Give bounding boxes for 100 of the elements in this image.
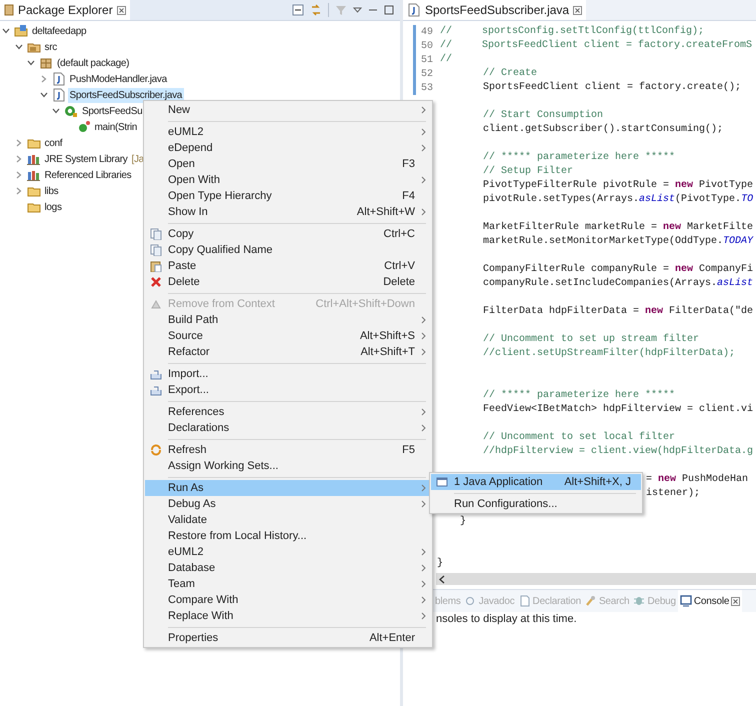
menu-item[interactable]: Copy Qualified Name [145,242,431,258]
chevron-down-icon[interactable] [40,92,48,98]
code-line: // Uncomment to set up stream filter [483,334,700,345]
tree-item[interactable]: src [42,40,59,54]
tree-item[interactable]: Referenced Libraries [42,168,134,182]
menu-item[interactable]: New [145,102,431,118]
java-file-icon [407,3,421,17]
code-line: client.getSubscriber().startConsuming(); [483,124,724,135]
code-line: // Uncomment to set local filter [483,432,676,443]
chevron-right-icon[interactable] [16,187,22,195]
menu-item[interactable]: eDepend [145,140,431,156]
code-line: // SportsFeedClient client = factory.createFromS [440,40,752,51]
menu-item[interactable]: Copy Ctrl+C [145,226,431,242]
code-line: istener); [646,488,700,499]
code-line: //client.setUpStreamFilter(hdpFilterData); [483,348,736,359]
menu-item[interactable]: Show In Alt+Shift+W [145,204,431,220]
close-icon[interactable] [116,6,126,14]
menu-item[interactable]: Team [145,576,431,592]
chevron-right-icon[interactable] [16,139,22,147]
tree-item[interactable]: (default package) [55,56,132,70]
package-icon [39,56,53,70]
tree-item[interactable]: SportsFeedSu [80,104,144,118]
library-icon [26,168,40,182]
copy-icon [150,244,162,256]
menu-item[interactable]: Build Path [145,312,431,328]
code-line: // ***** parameterize here ***** [483,152,676,163]
chevron-right-icon[interactable] [40,75,46,83]
refresh-icon [150,444,162,456]
circle-icon [464,595,477,607]
chevron-right-icon[interactable] [16,155,22,163]
menu-item[interactable]: Validate [145,512,431,528]
tray-icon [150,368,162,380]
menu-item[interactable]: Open F3 [145,156,431,172]
code-line: // sportsConfig.setTtlConfig(ttlConfig); [440,26,704,37]
menu-item[interactable]: Source Alt+Shift+S [145,328,431,344]
menu-item[interactable]: Refactor Alt+Shift+T [145,344,431,360]
menu-item[interactable]: Refresh F5 [145,442,431,458]
line-number: 49 [420,26,433,40]
menu-item[interactable]: Replace With [145,608,431,624]
chevron-left-icon[interactable] [439,574,445,584]
code-line: PivotTypeFilterRule pivotRule = new PivotType [483,180,754,191]
chevron-down-icon[interactable] [2,28,10,34]
tree-item[interactable]: conf [42,136,64,150]
chevron-down-icon[interactable] [14,44,22,50]
menu-item[interactable]: Compare With [145,592,431,608]
menu-item[interactable]: Open With [145,172,431,188]
view-menu-icon[interactable] [353,7,362,13]
chevron-right-icon[interactable] [16,171,22,179]
chevron-right-icon [420,106,426,114]
code-line: = new PushModeHan [646,474,748,485]
chevron-down-icon[interactable] [27,60,35,66]
editor-tab[interactable]: SportsFeedSubscriber.java [403,0,586,20]
panel-tab[interactable]: Console [678,590,742,612]
menu-item[interactable]: References [145,404,431,420]
code-line: // Create [483,68,538,79]
java-file-icon [52,72,66,86]
tree-item[interactable]: libs [42,184,60,198]
chevron-right-icon [420,176,426,184]
code-line: // ***** parameterize here ***** [483,390,676,401]
tree-item[interactable]: PushModeHandler.java [68,72,169,86]
menu-item[interactable]: Import... [145,366,431,382]
console-message: nsoles to display at this time. [436,612,578,626]
tree-item[interactable]: JRE System Library [42,152,130,166]
menu-item[interactable]: Database [145,560,431,576]
menu-item[interactable]: eUML2 [145,544,431,560]
menu-item[interactable]: Debug As [145,496,431,512]
menu-item[interactable]: Run Configurations... [431,496,641,512]
maximize-icon[interactable] [384,5,394,15]
menu-item[interactable]: eUML2 [145,124,431,140]
line-number: 52 [420,68,433,82]
window-icon [436,476,448,488]
code-line: companyRule.setIncludeCompanies(Arrays.asList [483,278,754,289]
menu-item[interactable]: Restore from Local History... [145,528,431,544]
close-icon[interactable] [731,596,740,606]
x-mark-icon [150,276,162,288]
code-line: //hdpFilterview = client.view(hdpFilterData.g [483,446,754,457]
close-icon[interactable] [573,6,582,14]
project-folder-icon [14,24,28,38]
menu-item[interactable]: 1 Java Application Alt+Shift+X, J [431,474,641,490]
chevron-right-icon [420,208,426,216]
package-explorer-tab[interactable]: Package Explorer [0,0,130,20]
method-icon [76,120,90,134]
document-icon [518,595,531,607]
menu-item[interactable]: Paste Ctrl+V [145,258,431,274]
tree-item[interactable]: deltafeedapp [30,24,88,38]
tree-item[interactable]: logs [42,200,64,214]
tree-item[interactable]: main(Strin [92,120,140,134]
menu-item[interactable]: Run As [145,480,431,496]
menu-item[interactable]: Delete Delete [145,274,431,290]
collapse-all-icon[interactable] [292,4,304,16]
menu-item[interactable]: Declarations [145,420,431,436]
menu-item[interactable]: Properties Alt+Enter [145,630,431,646]
horizontal-scrollbar[interactable] [436,573,756,585]
tree-item[interactable]: SportsFeedSubscriber.java [68,88,184,102]
menu-item[interactable]: Export... [145,382,431,398]
tray-icon [150,384,162,396]
menu-item[interactable]: Open Type Hierarchy F4 [145,188,431,204]
chevron-down-icon[interactable] [52,108,60,114]
menu-item[interactable]: Assign Working Sets... [145,458,431,474]
library-icon [26,152,40,166]
